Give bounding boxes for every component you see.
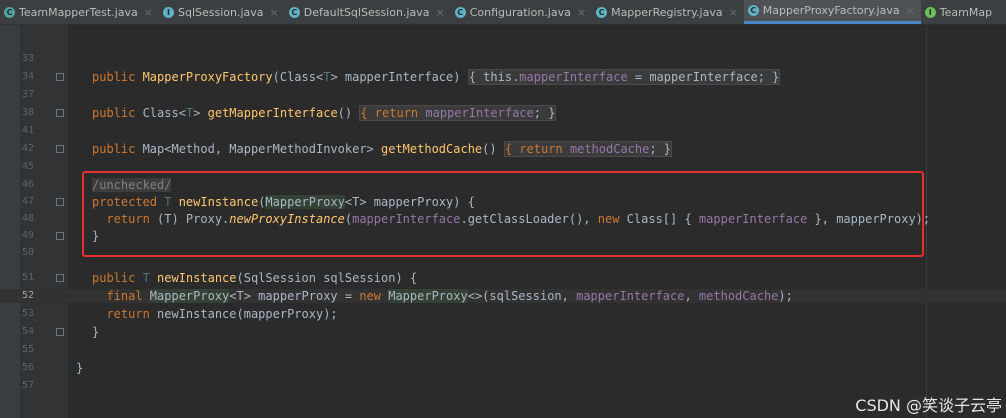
watermark: CSDN @笑谈子云亭 — [855, 396, 1002, 415]
tab-label: MapperProxyFactory.java — [762, 4, 900, 17]
code-line: 37 — [0, 88, 1006, 102]
tab-label: Configuration.java — [469, 5, 571, 19]
code-line: 55 — [0, 343, 1006, 357]
tab-configuration[interactable]: C Configuration.java × — [451, 0, 592, 24]
code-line: 38 public Class<T> getMapperInterface() … — [0, 105, 1006, 121]
line-number: 55 — [22, 344, 35, 355]
tab-label: MapperRegistry.java — [611, 5, 723, 19]
code-line: 54 } — [0, 325, 1006, 339]
code-line: 41 — [0, 124, 1006, 138]
code-text: public Map<Method, MapperMethodInvoker> … — [92, 141, 673, 157]
code-line: 34 public MapperProxyFactory(Class<T> ma… — [0, 69, 1006, 85]
tab-defaultsqlsession[interactable]: C DefaultSqlSession.java × — [285, 0, 451, 24]
interface-icon: I — [162, 6, 174, 18]
code-line: 33 — [0, 52, 1006, 66]
code-text: public Class<T> getMapperInterface() { r… — [92, 105, 557, 121]
class-icon: C — [288, 6, 300, 18]
editor-tab-bar: C TeamMapperTest.java × I SqlSession.java × … — [0, 0, 1006, 25]
code-line: 57 — [0, 379, 1006, 393]
close-icon[interactable]: × — [577, 6, 586, 19]
fold-icon[interactable] — [56, 198, 64, 206]
tab-label: SqlSession.java — [177, 5, 264, 19]
code-line-current: 52 final MapperProxy<T> mapperProxy = ne… — [0, 289, 1006, 303]
tab-teammap[interactable]: I TeamMap — [921, 0, 998, 24]
close-icon[interactable]: × — [144, 6, 153, 19]
line-number: 41 — [22, 125, 35, 136]
line-number: 49 — [22, 230, 35, 241]
close-icon[interactable]: × — [435, 6, 444, 19]
tab-mapperregistry[interactable]: C MapperRegistry.java × — [592, 0, 744, 24]
tab-label: TeamMap — [939, 5, 993, 19]
line-number: 33 — [22, 53, 35, 64]
line-number: 34 — [22, 71, 35, 82]
code-line: 56 } — [0, 361, 1006, 375]
line-number: 37 — [22, 89, 35, 100]
code-line: 51 public T newInstance(SqlSession sqlSe… — [0, 271, 1006, 285]
junit-class-icon: C — [4, 6, 15, 18]
tab-sqlsession[interactable]: I SqlSession.java × — [159, 0, 285, 24]
class-icon: C — [747, 5, 759, 16]
line-number: 42 — [22, 143, 35, 154]
fold-icon[interactable] — [56, 274, 64, 282]
code-text: } — [92, 325, 100, 339]
tab-mapperproxyfactory[interactable]: C MapperProxyFactory.java × — [743, 0, 921, 24]
tab-teammappertest[interactable]: C TeamMapperTest.java × — [0, 0, 159, 24]
code-line: 53 return newInstance(mapperProxy); — [0, 307, 1006, 321]
code-text: return newInstance(mapperProxy); — [92, 307, 338, 321]
fold-icon[interactable] — [56, 328, 64, 336]
line-number: 45 — [22, 161, 35, 172]
close-icon[interactable]: × — [270, 6, 279, 19]
code-text: } — [76, 361, 84, 375]
close-icon[interactable]: × — [729, 6, 738, 19]
code-editor[interactable]: 33 34 public MapperProxyFactory(Class<T>… — [0, 25, 1006, 418]
line-number: 57 — [22, 380, 35, 391]
class-icon: C — [596, 6, 608, 18]
fold-icon[interactable] — [56, 73, 64, 81]
fold-icon[interactable] — [56, 109, 64, 117]
highlight-annotation-box — [82, 171, 924, 257]
line-number: 56 — [22, 362, 35, 373]
code-text: public T newInstance(SqlSession sqlSessi… — [92, 271, 418, 285]
close-icon[interactable]: × — [906, 4, 915, 17]
line-number: 52 — [22, 290, 35, 301]
fold-icon[interactable] — [56, 145, 64, 153]
line-number: 38 — [22, 107, 35, 118]
fold-icon[interactable] — [56, 232, 64, 240]
interface-icon: I — [924, 6, 936, 18]
line-number: 47 — [22, 196, 35, 207]
line-number: 53 — [22, 308, 35, 319]
class-icon: C — [454, 6, 466, 18]
line-number: 50 — [22, 247, 35, 258]
tab-label: DefaultSqlSession.java — [303, 5, 430, 19]
line-number: 48 — [22, 213, 35, 224]
code-text: public MapperProxyFactory(Class<T> mappe… — [92, 69, 781, 85]
line-number: 51 — [22, 272, 35, 283]
code-text: final MapperProxy<T> mapperProxy = new M… — [92, 289, 793, 303]
line-number: 46 — [22, 179, 35, 190]
tab-label: TeamMapperTest.java — [19, 5, 138, 19]
line-number: 54 — [22, 326, 35, 337]
code-line: 42 public Map<Method, MapperMethodInvoke… — [0, 141, 1006, 157]
